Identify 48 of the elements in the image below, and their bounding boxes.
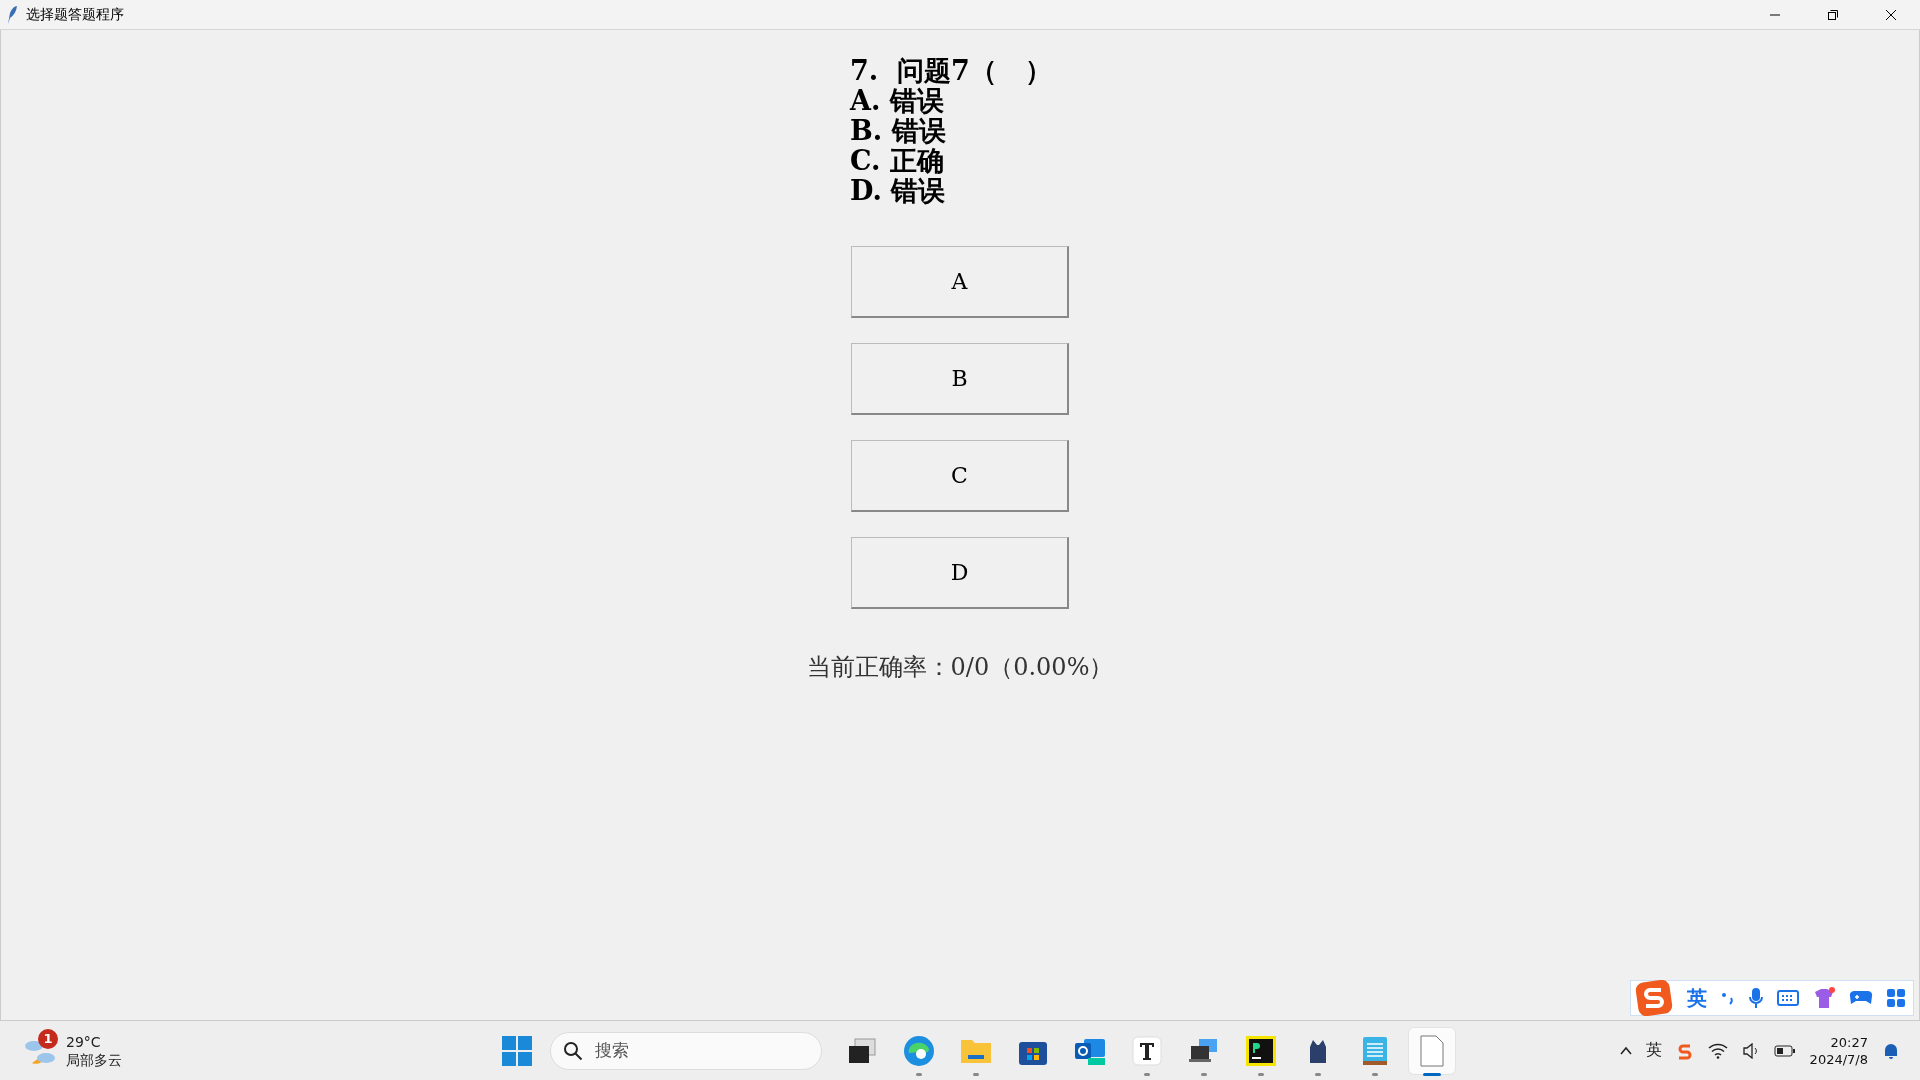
running-indicator — [1258, 1072, 1264, 1076]
option-text: D. 错误 — [850, 176, 947, 206]
language-indicator[interactable]: 英 — [1645, 1040, 1662, 1061]
option-text: A. 错误 — [850, 86, 945, 116]
answer-button[interactable]: D — [851, 537, 1069, 609]
close-icon — [1885, 8, 1897, 21]
answer-button[interactable]: B — [851, 343, 1069, 415]
chevron-up-icon[interactable] — [1619, 1045, 1632, 1056]
feather-icon — [6, 4, 18, 25]
temperature-text: 29°C — [66, 1032, 102, 1051]
search-field[interactable]: 搜索 — [550, 1031, 822, 1070]
remote-desktop-icon — [1189, 1036, 1219, 1065]
option-text: B. 错误 — [850, 116, 947, 146]
running-indicator — [973, 1072, 979, 1076]
running-indicator — [916, 1072, 922, 1076]
battery-icon[interactable] — [1773, 1044, 1796, 1057]
punctuation-icon[interactable] — [1721, 990, 1735, 1006]
clock-date[interactable]: 2024/7/8 — [1809, 1050, 1868, 1068]
question-title: 7. 问题7（ ） — [850, 56, 1053, 86]
running-indicator — [1372, 1072, 1378, 1076]
accuracy-text: 当前正确率：0/0（0.00%） — [806, 652, 1114, 683]
bell-icon[interactable] — [1882, 1041, 1900, 1060]
running-indicator — [1144, 1072, 1150, 1076]
option-text: C. 正确 — [850, 146, 945, 176]
keyboard-icon[interactable] — [1777, 990, 1799, 1006]
running-indicator — [1315, 1072, 1321, 1076]
notification-badge: 1 — [38, 1028, 58, 1049]
clock-time[interactable]: 20:27 — [1830, 1033, 1868, 1051]
window-title: 选择题答题程序 — [26, 5, 124, 24]
weather-condition: 局部多云 — [66, 1050, 122, 1069]
text-editor-icon — [1132, 1035, 1162, 1066]
notepad-icon — [1362, 1034, 1388, 1067]
restore-icon — [1827, 8, 1839, 21]
gamepad-icon[interactable] — [1849, 989, 1873, 1007]
shirt-icon[interactable] — [1813, 987, 1835, 1009]
speaker-icon[interactable] — [1741, 1042, 1760, 1059]
running-indicator — [1423, 1072, 1441, 1076]
document-icon — [1419, 1034, 1445, 1067]
microphone-icon[interactable] — [1749, 987, 1763, 1009]
input-mode-text[interactable]: 英 — [1687, 984, 1707, 1012]
answer-button[interactable]: C — [851, 440, 1069, 512]
running-indicator — [1201, 1072, 1207, 1076]
browser-icon — [903, 1034, 935, 1067]
grid-icon[interactable] — [1887, 989, 1905, 1007]
wifi-icon[interactable] — [1707, 1042, 1728, 1059]
answer-button[interactable]: A — [851, 246, 1069, 318]
ide-icon — [1246, 1035, 1276, 1066]
windows-icon — [847, 1036, 877, 1065]
